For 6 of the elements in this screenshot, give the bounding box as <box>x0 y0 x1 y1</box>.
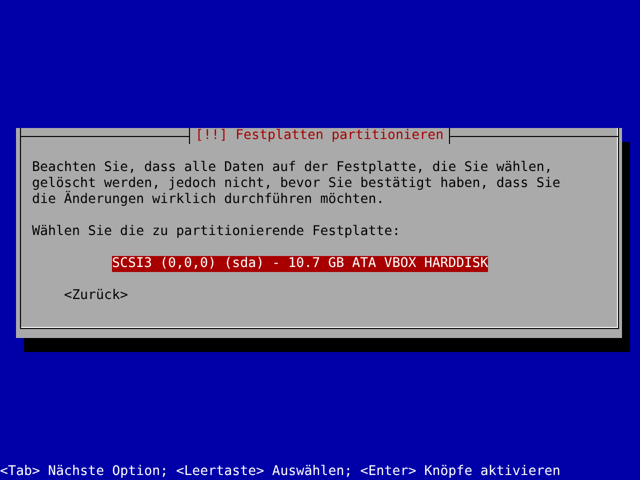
prompt-label: Wählen Sie die zu partitionierende Festplatte: <box>32 224 402 240</box>
back-button[interactable]: <Zurück> <box>64 288 128 303</box>
disk-option[interactable]: SCSI3 (0,0,0) (sda) - 10.7 GB ATA VBOX HARDDISK <box>112 256 488 272</box>
dialog-title: [!!] Festplatten partitionieren <box>189 128 450 144</box>
warning-message: Beachten Sie, dass alle Daten auf der Festplatte, die Sie wählen, gelöscht werden, jedoch nicht, bevor Sie bestätigt haben, dass Sie die Änderungen wirklich durchführen möchten. <box>32 160 562 208</box>
key-hint: <Tab> Nächste Option; <Leertaste> Auswählen; <Enter> Knöpfe aktivieren <box>0 464 562 480</box>
